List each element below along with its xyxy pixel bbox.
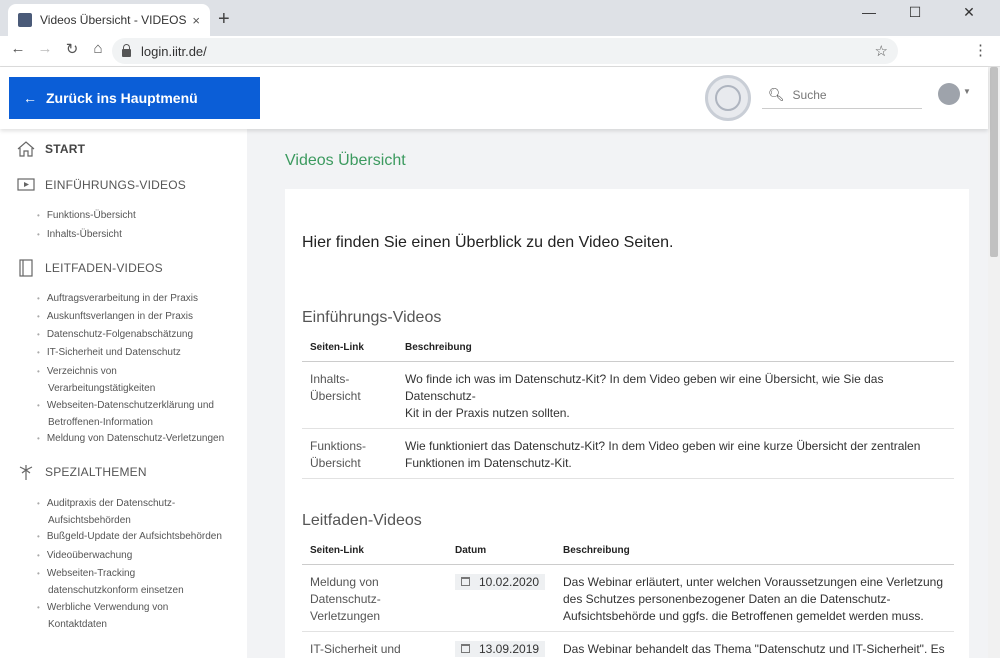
date-cell: 13.09.2019: [447, 631, 555, 658]
search-input[interactable]: [792, 87, 913, 102]
chevron-down-icon[interactable]: ▼: [963, 87, 971, 96]
browser-tab-bar: Videos Übersicht - VIDEOS - IITR × + — ☐…: [0, 0, 1000, 36]
app-header: ← Zurück ins Hauptmenü 🔍︎ ▼: [0, 67, 988, 129]
page-link[interactable]: Inhalts- Übersicht: [302, 361, 397, 429]
column-header: Datum: [447, 542, 555, 565]
back-button-label: Zurück ins Hauptmenü: [46, 90, 198, 106]
search-icon: 🔍︎: [768, 86, 785, 102]
sidebar-item-special[interactable]: Bußgeld-Update der Aufsichtsbehörden: [37, 528, 237, 545]
date-badge: 10.02.2020: [455, 573, 546, 590]
sidebar: START EINFÜHRUNGS-VIDEOS Funktions-Übers…: [0, 129, 247, 658]
table-row: Meldung von Datenschutz- Verletzungen 10.0…: [302, 564, 954, 632]
column-header: Beschreibung: [397, 339, 954, 362]
section-heading-guide-videos: Leitfaden-Videos: [302, 512, 422, 529]
content-card: Hier finden Sie einen Überblick zu den V…: [285, 189, 969, 658]
table-row: IT-Sicherheit und 13.09.2019 Das Webinar…: [302, 631, 954, 658]
sidebar-section-intro-videos[interactable]: EINFÜHRUNGS-VIDEOS: [16, 176, 186, 194]
sidebar-section-label: LEITFADEN-VIDEOS: [45, 261, 163, 275]
description-cell: Das Webinar behandelt das Thema "Datensc…: [555, 631, 954, 658]
forward-arrow-icon[interactable]: →: [35, 40, 55, 57]
sidebar-item-content-overview[interactable]: Inhalts-Übersicht: [37, 226, 237, 243]
table-row: Inhalts- Übersicht Wo finde ich was im Da…: [302, 361, 954, 429]
page-link[interactable]: IT-Sicherheit und: [302, 631, 447, 658]
sidebar-section-label: EINFÜHRUNGS-VIDEOS: [45, 178, 186, 192]
description-cell: Wo finde ich was im Datenschutz-Kit? In …: [397, 361, 954, 429]
intro-videos-table: Seiten-Link Beschreibung Inhalts- Übersic…: [302, 339, 954, 479]
sidebar-item-special[interactable]: Werbliche Verwendung vonKontaktdaten: [37, 599, 237, 633]
sidebar-item-guide[interactable]: Meldung von Datenschutz-Verletzungen: [37, 430, 237, 447]
page-link[interactable]: Meldung von Datenschutz- Verletzungen: [302, 564, 447, 632]
page-title: Videos Übersicht: [285, 152, 406, 169]
sidebar-item-guide[interactable]: Verzeichnis vonVerarbeitungstätigkeiten: [37, 363, 237, 397]
page-link[interactable]: Funktions- Übersicht: [302, 428, 397, 479]
reload-icon[interactable]: ↻: [62, 40, 82, 58]
back-arrow-icon[interactable]: ←: [8, 40, 28, 57]
browser-toolbar: ← → ↻ ⌂ login.iitr.de/ ☆ ⋮: [0, 36, 1000, 67]
calendar-icon: [461, 577, 470, 586]
sidebar-item-special[interactable]: Videoüberwachung: [37, 547, 237, 564]
scrollbar-thumb[interactable]: [990, 67, 998, 257]
sidebar-section-label: START: [45, 142, 86, 156]
home-icon[interactable]: ⌂: [88, 40, 108, 57]
sidebar-section-label: SPEZIALTHEMEN: [45, 465, 147, 479]
video-presentation-icon: [17, 178, 35, 191]
sidebar-item-special[interactable]: Auditpraxis der Datenschutz-Aufsichtsbeh…: [37, 495, 237, 529]
column-header: Beschreibung: [555, 542, 954, 565]
sidebar-item-guide[interactable]: Webseiten-Datenschutzerklärung undBetrof…: [37, 397, 237, 431]
date-badge: 13.09.2019: [455, 640, 546, 657]
guide-videos-table: Seiten-Link Datum Beschreibung Meldung v…: [302, 542, 954, 658]
description-cell: Wie funktioniert das Datenschutz-Kit? In…: [397, 428, 954, 479]
palm-tree-icon: [19, 465, 33, 480]
calendar-icon: [461, 644, 470, 653]
column-header: Seiten-Link: [302, 339, 397, 362]
lock-icon: [122, 44, 131, 57]
sidebar-section-special-topics[interactable]: SPEZIALTHEMEN: [16, 463, 147, 481]
browser-tab[interactable]: Videos Übersicht - VIDEOS - IITR ×: [8, 4, 210, 36]
address-bar[interactable]: login.iitr.de/ ☆: [112, 38, 898, 64]
sidebar-item-guide[interactable]: Auskunftsverlangen in der Praxis: [37, 308, 237, 325]
date-cell: 10.02.2020: [447, 564, 555, 632]
maximize-button[interactable]: ☐: [892, 4, 938, 20]
minimize-button[interactable]: —: [846, 4, 892, 20]
sidebar-item-guide[interactable]: Auftragsverarbeitung in der Praxis: [37, 290, 237, 307]
logo-seal: [705, 75, 751, 121]
site-favicon-icon: [18, 13, 32, 27]
description-cell: Das Webinar erläutert, unter welchen Vor…: [555, 564, 954, 632]
new-tab-button[interactable]: +: [218, 8, 230, 31]
page-scrollbar[interactable]: [988, 67, 1000, 658]
back-to-main-menu-button[interactable]: ← Zurück ins Hauptmenü: [9, 77, 260, 119]
table-row: Funktions- Übersicht Wie funktioniert das…: [302, 428, 954, 479]
column-header: Seiten-Link: [302, 542, 447, 565]
arrow-left-icon: ←: [23, 90, 37, 106]
url-text: login.iitr.de/: [141, 43, 207, 59]
sidebar-item-functions-overview[interactable]: Funktions-Übersicht: [37, 207, 237, 224]
sidebar-item-guide[interactable]: IT-Sicherheit und Datenschutz: [37, 344, 237, 361]
sidebar-section-start[interactable]: START: [16, 140, 85, 158]
tab-close-icon[interactable]: ×: [192, 13, 200, 28]
sidebar-item-guide[interactable]: Datenschutz-Folgenabschätzung: [37, 326, 237, 343]
section-heading-intro-videos: Einführungs-Videos: [302, 309, 442, 326]
tab-title: Videos Übersicht - VIDEOS - IITR: [40, 13, 187, 27]
close-window-button[interactable]: ✕: [946, 4, 992, 20]
sidebar-item-special[interactable]: Webseiten-Trackingdatenschutzkonform ein…: [37, 565, 237, 599]
home-icon: [17, 141, 35, 157]
bookmark-star-icon[interactable]: ☆: [875, 42, 888, 60]
browser-menu-icon[interactable]: ⋮: [973, 41, 988, 59]
notebook-icon: [19, 259, 33, 277]
intro-text: Hier finden Sie einen Überblick zu den V…: [302, 234, 674, 251]
search-box[interactable]: 🔍︎: [762, 81, 922, 109]
user-avatar-icon[interactable]: [938, 83, 960, 105]
sidebar-section-guide-videos[interactable]: LEITFADEN-VIDEOS: [16, 259, 163, 277]
